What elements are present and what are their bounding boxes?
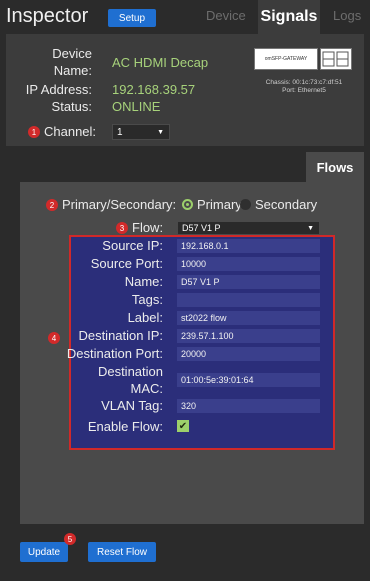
step-badge-2: 2	[46, 199, 58, 211]
primary-secondary-label: Primary/Secondary:	[62, 197, 177, 212]
ip-address-value: 192.168.39.57	[112, 82, 196, 97]
channel-label: Channel:	[44, 124, 97, 139]
tags-field[interactable]	[177, 293, 320, 307]
vlan-tag-field[interactable]: 320	[177, 399, 320, 413]
chassis-mac: Chassis: 00:1c:73:c7:df:51	[265, 79, 343, 86]
chassis-info: Chassis: 00:1c:73:c7:df:51 Port: Etherne…	[252, 79, 356, 95]
primary-radio[interactable]	[182, 199, 193, 210]
source-port-field[interactable]: 10000	[177, 257, 320, 271]
channel-select-value: 1	[117, 126, 123, 138]
label-label: Label:	[127, 310, 163, 325]
setup-button[interactable]: Setup	[108, 9, 156, 27]
chevron-down-icon: ▼	[307, 224, 314, 232]
device-name-value: AC HDMI Decap	[112, 55, 209, 70]
status-label: Status:	[51, 99, 92, 114]
reset-flow-button[interactable]: Reset Flow	[88, 542, 156, 562]
flow-select-value: D57 V1 P	[182, 223, 221, 233]
destination-mac-field[interactable]: 01:00:5e:39:01:64	[177, 373, 320, 387]
tab-logs[interactable]: Logs	[333, 8, 361, 23]
tags-label: Tags:	[131, 292, 163, 307]
step-badge-3: 3	[116, 222, 128, 234]
update-button[interactable]: Update	[20, 542, 68, 562]
tab-flows[interactable]: Flows	[306, 152, 364, 182]
device-logo: omSFP-GATEWAY	[254, 48, 352, 70]
source-ip-field[interactable]: 192.168.0.1	[177, 239, 320, 253]
device-name-label-2: Name:	[53, 63, 92, 78]
destination-mac-label-2: MAC:	[130, 381, 164, 396]
name-label: Name:	[124, 274, 163, 289]
status-value: ONLINE	[112, 99, 161, 114]
destination-ip-label: Destination IP:	[78, 328, 163, 343]
step-badge-1: 1	[28, 126, 40, 138]
destination-port-label: Destination Port:	[66, 346, 163, 361]
destination-ip-field[interactable]: 239.57.1.100	[177, 329, 320, 343]
gateway-logo-icon: omSFP-GATEWAY	[254, 48, 318, 70]
vlan-tag-label: VLAN Tag:	[101, 398, 163, 413]
ip-address-label: IP Address:	[25, 82, 92, 97]
destination-port-field[interactable]: 20000	[177, 347, 320, 361]
secondary-radio-label: Secondary	[255, 197, 318, 212]
tab-signals[interactable]: Signals	[258, 0, 320, 34]
check-icon: ✔	[178, 420, 188, 432]
device-name-label-1: Device	[52, 46, 92, 61]
secondary-radio[interactable]	[240, 199, 251, 210]
enable-flow-checkbox[interactable]: ✔	[177, 420, 189, 432]
primary-radio-label: Primary	[197, 197, 242, 212]
step-badge-5: 5	[64, 533, 76, 545]
source-port-label: Source Port:	[90, 256, 163, 271]
source-ip-label: Source IP:	[102, 238, 163, 253]
chassis-grid-icon	[320, 48, 352, 70]
channel-select[interactable]: 1 ▼	[112, 124, 170, 140]
label-field[interactable]: st2022 flow	[177, 311, 320, 325]
name-field[interactable]: D57 V1 P	[177, 275, 320, 289]
page-title: Inspector	[6, 5, 89, 27]
chassis-port: Port: Ethernet5	[282, 87, 326, 94]
enable-flow-label: Enable Flow:	[87, 419, 163, 434]
flow-select[interactable]: D57 V1 P ▼	[177, 221, 320, 235]
tab-device[interactable]: Device	[206, 8, 246, 23]
destination-mac-label-1: Destination	[97, 364, 163, 379]
flow-label: Flow:	[132, 220, 164, 235]
chevron-down-icon: ▼	[157, 128, 164, 136]
